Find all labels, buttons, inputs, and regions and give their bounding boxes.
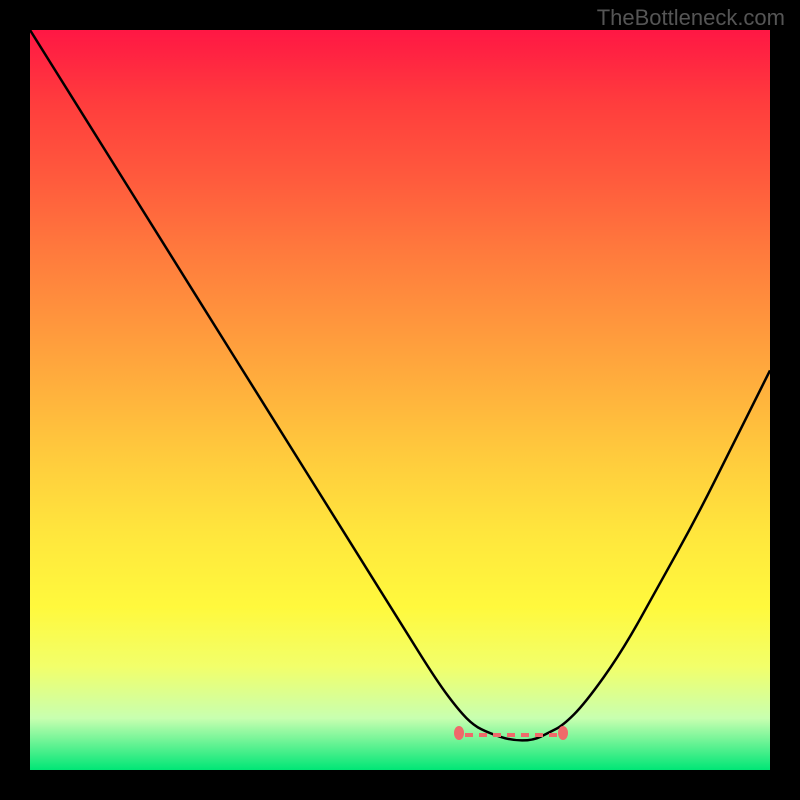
optimal-dashes — [465, 733, 557, 737]
optimal-end-marker — [558, 726, 568, 740]
watermark-text: TheBottleneck.com — [597, 5, 785, 31]
plot-area — [30, 30, 770, 770]
optimal-start-marker — [454, 726, 464, 740]
curve-svg — [30, 30, 770, 770]
bottleneck-curve-path — [30, 30, 770, 740]
